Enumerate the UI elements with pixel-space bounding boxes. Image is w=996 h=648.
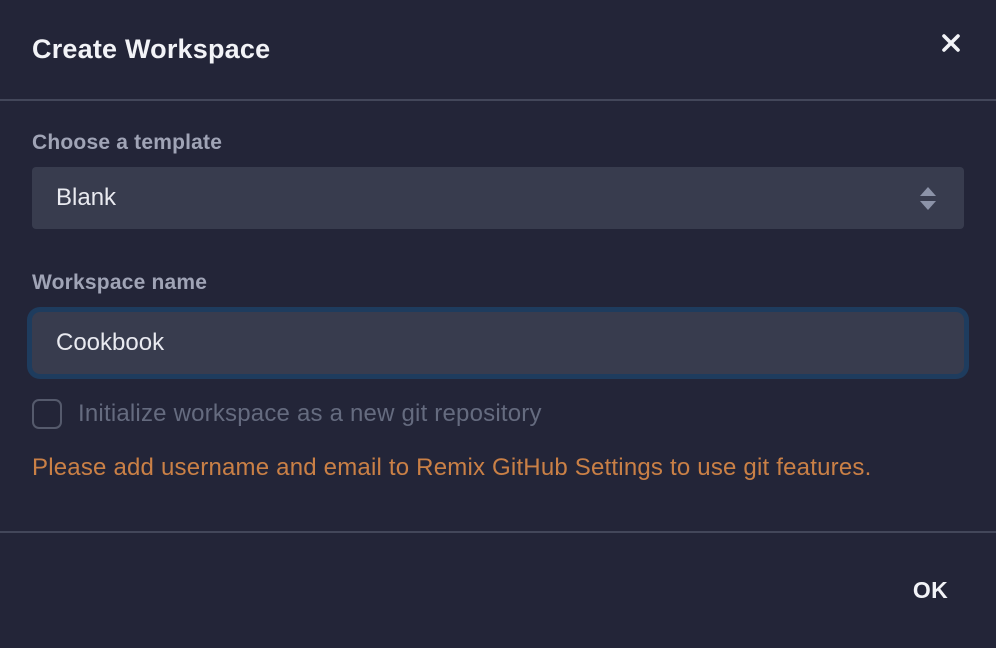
git-settings-warning: Please add username and email to Remix G…: [32, 454, 964, 482]
modal-footer: OK: [0, 531, 996, 648]
close-icon: [940, 32, 962, 54]
template-field-group: Choose a template Blank: [32, 131, 964, 229]
name-field-group: Workspace name: [32, 271, 964, 379]
create-workspace-modal: Create Workspace Choose a template Blank: [0, 0, 996, 648]
template-select[interactable]: Blank: [32, 167, 964, 229]
modal-header: Create Workspace: [0, 0, 996, 101]
template-field-label: Choose a template: [32, 131, 964, 155]
template-select-value: Blank: [56, 184, 116, 212]
ok-button[interactable]: OK: [897, 567, 964, 614]
close-button[interactable]: [936, 28, 966, 58]
git-checkbox-row: Initialize workspace as a new git reposi…: [32, 399, 964, 429]
workspace-name-input[interactable]: [32, 312, 964, 374]
modal-body: Choose a template Blank Workspace name I…: [0, 101, 996, 531]
modal-title: Create Workspace: [32, 34, 270, 65]
git-init-checkbox-label: Initialize workspace as a new git reposi…: [78, 400, 542, 428]
name-field-label: Workspace name: [32, 271, 964, 295]
up-down-arrows-icon: [920, 187, 936, 210]
git-init-checkbox[interactable]: [32, 399, 62, 429]
